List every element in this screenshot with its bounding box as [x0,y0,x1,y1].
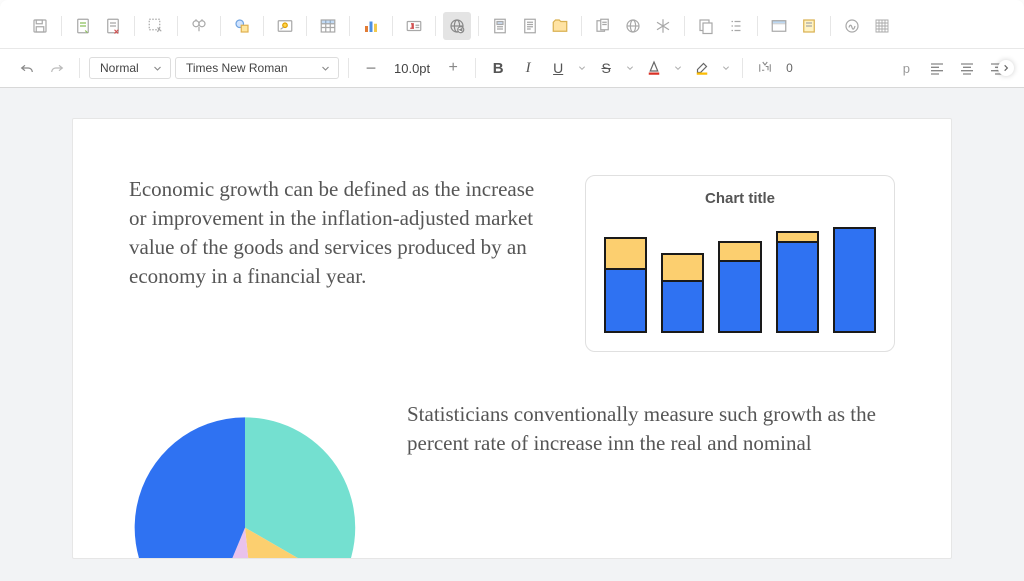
pages-icon[interactable] [589,12,617,40]
select-frame-icon[interactable] [142,12,170,40]
page-layout-icon[interactable] [486,12,514,40]
font-color-button[interactable] [641,55,667,81]
bar-1 [604,237,647,333]
main-toolbar [0,0,1024,49]
highlight-dropdown-icon[interactable] [719,55,733,81]
save-icon[interactable] [26,12,54,40]
globe-icon[interactable] [619,12,647,40]
separator [475,58,476,78]
align-center-icon[interactable] [954,55,980,81]
separator [263,16,264,36]
separator [177,16,178,36]
redo-icon[interactable] [44,55,70,81]
format-toolbar: Normal Times New Roman − 10.0pt + B I U … [0,49,1024,88]
separator [306,16,307,36]
chevron-down-icon [321,64,330,73]
highlight-button[interactable] [689,55,715,81]
paragraph-style-value: Normal [100,61,139,75]
document-page[interactable]: Economic growth can be defined as the in… [72,118,952,559]
document-icon[interactable] [516,12,544,40]
bar-2 [661,253,704,333]
font-size-value: 10.0pt [388,61,436,76]
separator [684,16,685,36]
bar-3 [718,241,761,333]
embedded-bar-chart[interactable]: Chart title [585,175,895,352]
separator [349,16,350,36]
strikethrough-button[interactable]: S [593,55,619,81]
paragraph-marker: p [903,61,910,76]
underline-dropdown-icon[interactable] [575,55,589,81]
bold-button[interactable]: B [485,55,511,81]
separator [392,16,393,36]
embedded-pie-chart[interactable] [129,400,361,558]
separator [742,58,743,78]
increase-size-icon[interactable]: + [440,55,466,81]
separator [134,16,135,36]
insert-image-icon[interactable] [271,12,299,40]
shapes-icon[interactable] [228,12,256,40]
signature-icon[interactable] [838,12,866,40]
chart-title: Chart title [604,190,876,207]
body-paragraph-2[interactable]: Statisticians conventionally measure suc… [407,400,895,458]
remove-formatting-icon[interactable] [99,12,127,40]
font-family-value: Times New Roman [186,61,288,75]
insert-textbox-icon[interactable] [400,12,428,40]
strike-dropdown-icon[interactable] [623,55,637,81]
font-family-dropdown[interactable]: Times New Roman [175,57,339,79]
insert-hyperlink-icon[interactable] [443,12,471,40]
bar-chart-bars [604,227,876,333]
paragraph-style-dropdown[interactable]: Normal [89,57,171,79]
form-icon[interactable] [69,12,97,40]
undo-icon[interactable] [14,55,40,81]
separator [61,16,62,36]
italic-button[interactable]: I [515,55,541,81]
separator [757,16,758,36]
chevron-down-icon [153,64,162,73]
snowflake-icon[interactable] [649,12,677,40]
folder-icon[interactable] [546,12,574,40]
separator [79,58,80,78]
insert-table-icon[interactable] [314,12,342,40]
window-icon[interactable] [765,12,793,40]
separator [830,16,831,36]
spacing-value: 0 [782,61,797,75]
body-paragraph-1[interactable]: Economic growth can be defined as the in… [129,175,549,291]
document-canvas[interactable]: Economic growth can be defined as the in… [0,88,1024,581]
copy-icon[interactable] [692,12,720,40]
separator [435,16,436,36]
separator [220,16,221,36]
separator [478,16,479,36]
grid-icon[interactable] [868,12,896,40]
underline-button[interactable]: U [545,55,571,81]
bar-5 [833,227,876,333]
separator [581,16,582,36]
list-icon[interactable] [722,12,750,40]
insert-chart-icon[interactable] [357,12,385,40]
align-left-icon[interactable] [924,55,950,81]
bar-4 [776,231,819,333]
note-icon[interactable] [795,12,823,40]
find-icon[interactable] [185,12,213,40]
separator [348,58,349,78]
character-spacing-icon[interactable] [752,55,778,81]
font-color-dropdown-icon[interactable] [671,55,685,81]
decrease-size-icon[interactable]: − [358,55,384,81]
toolbar-overflow-icon[interactable] [998,60,1014,76]
